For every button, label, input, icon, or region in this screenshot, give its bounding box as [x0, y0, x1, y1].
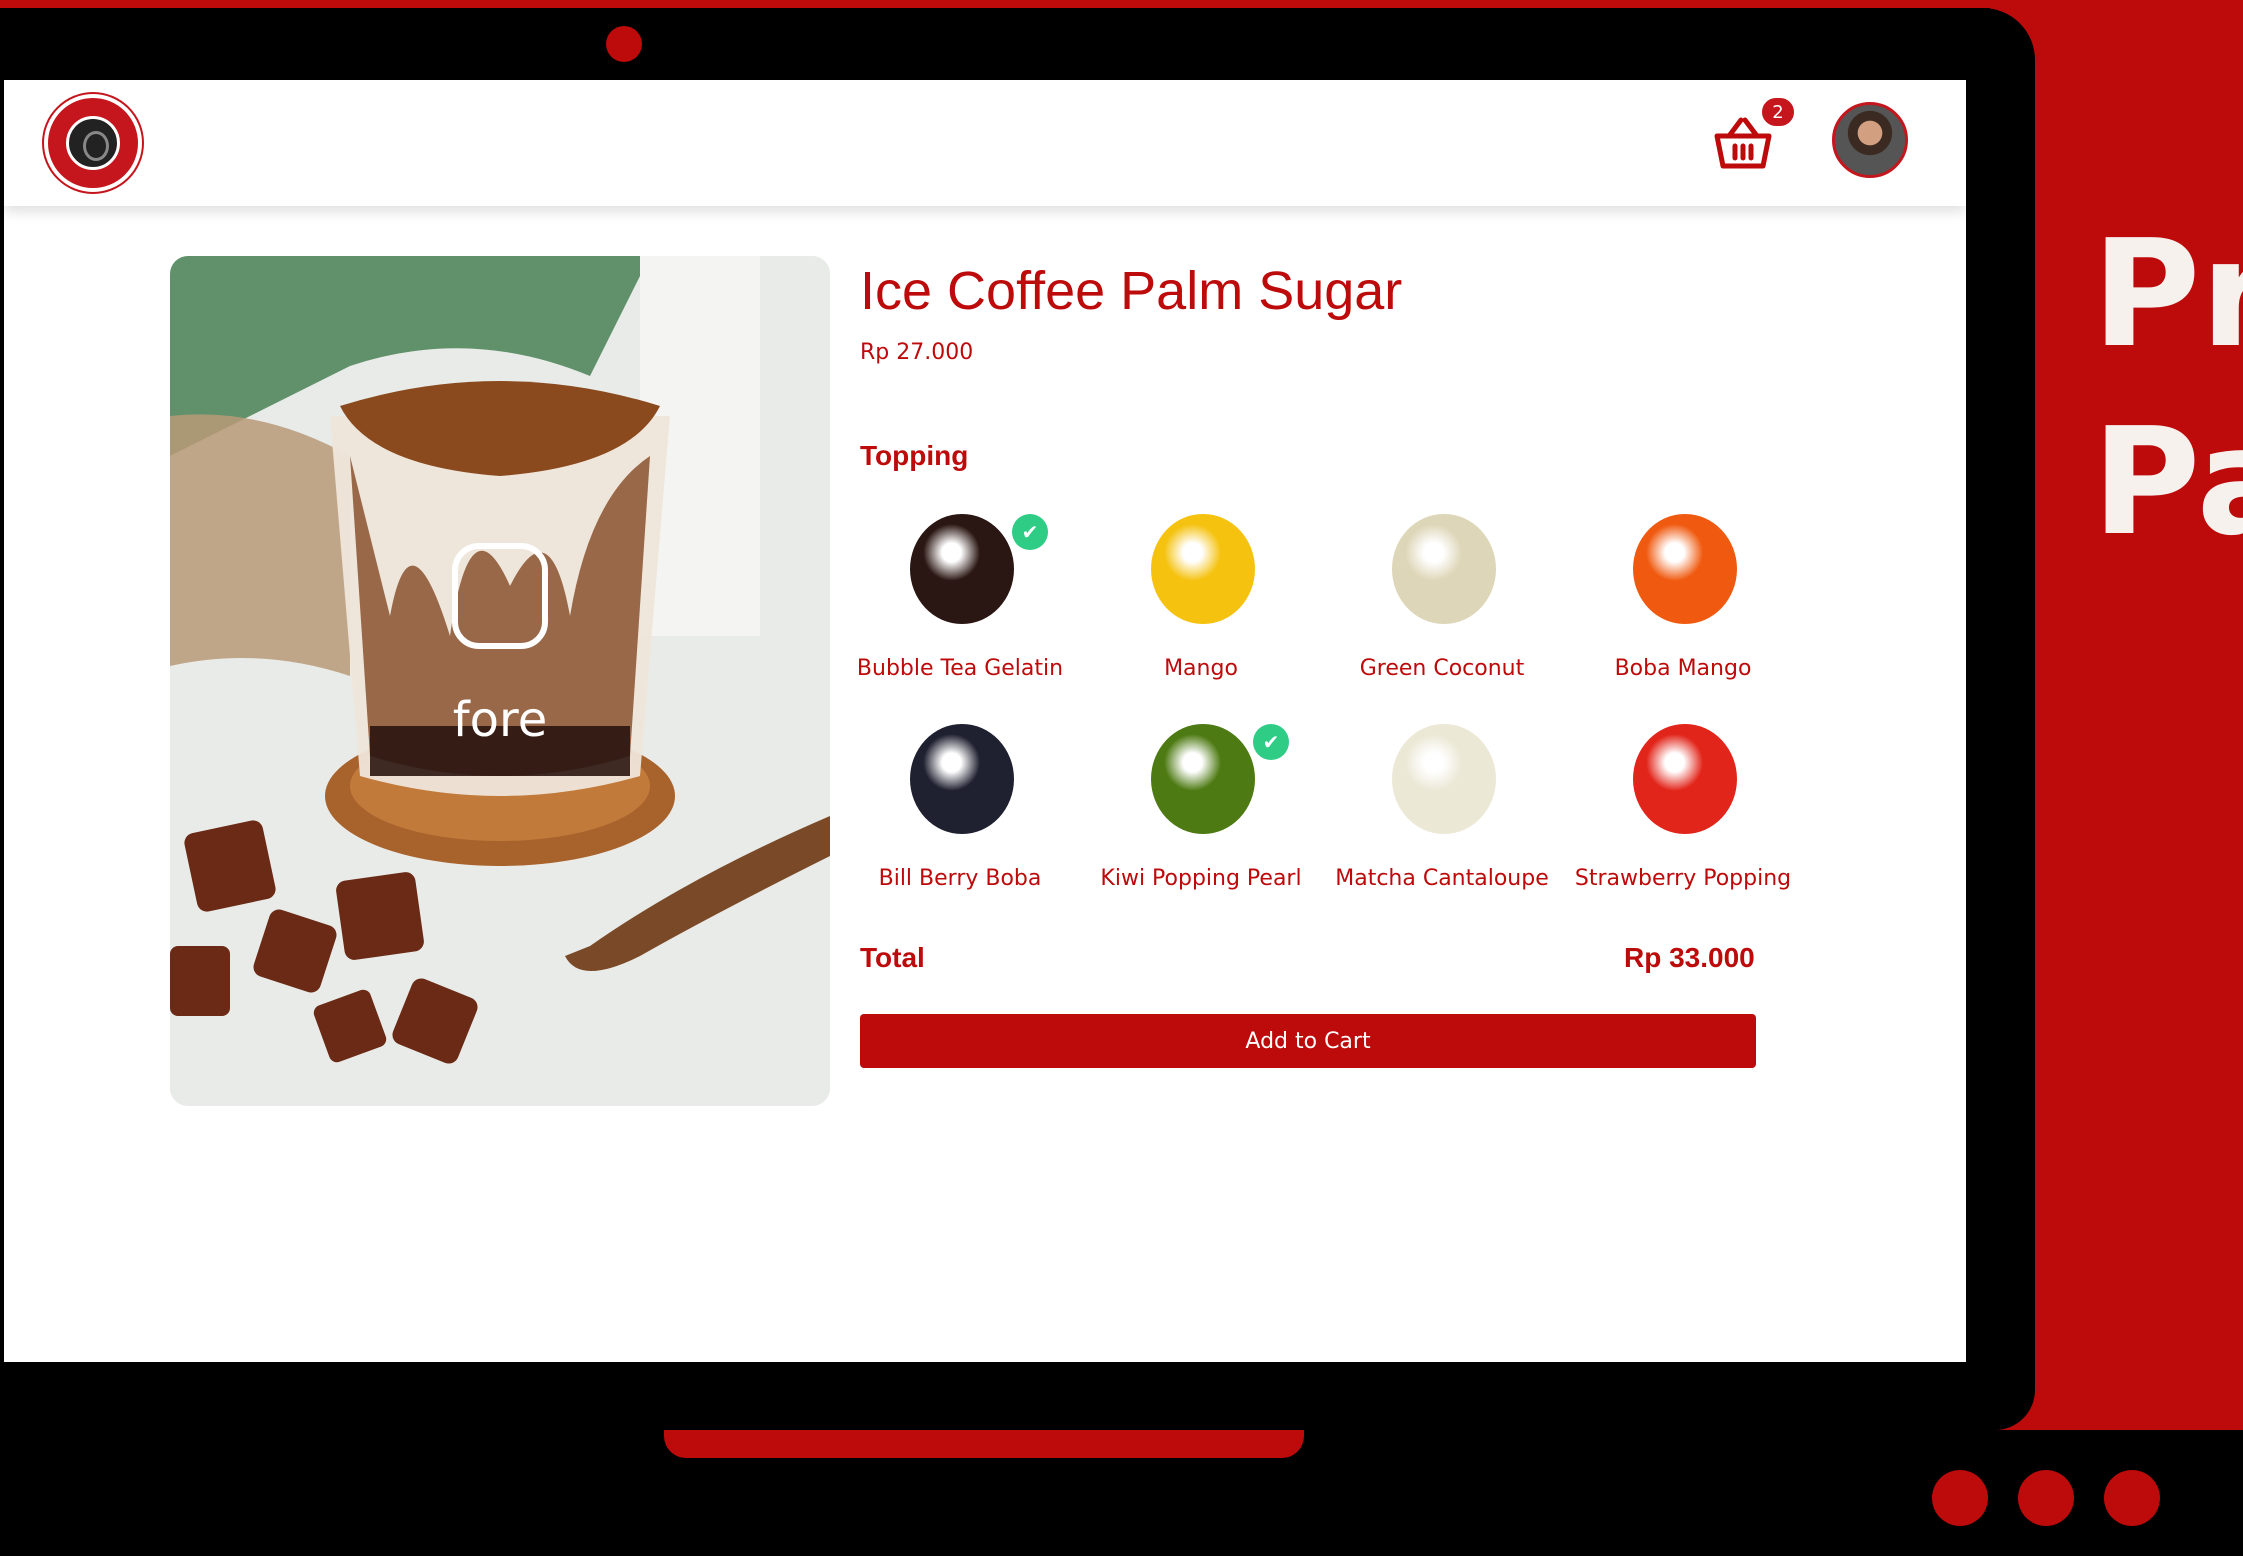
side-title-line-2: Pa [2092, 396, 2243, 568]
dot [2018, 1470, 2074, 1526]
topping-item[interactable]: ✔ Kiwi Popping Pearl [1081, 724, 1321, 914]
svg-text:fore: fore [453, 692, 547, 748]
topping-thumbnail [910, 724, 1014, 834]
topping-item[interactable]: Mango [1081, 514, 1321, 704]
topping-thumbnail [1633, 724, 1737, 834]
topping-label: Mango [1164, 656, 1238, 681]
topping-thumbnail [1392, 724, 1496, 834]
topping-item[interactable]: Green Coconut [1322, 514, 1562, 704]
total-label: Total [860, 942, 925, 973]
ice-coffee-cup-image: fore [170, 256, 830, 1106]
topping-label: Strawberry Popping [1574, 866, 1792, 891]
topping-item[interactable]: Boba Mango [1563, 514, 1803, 704]
user-avatar[interactable] [1832, 102, 1908, 178]
product-image: fore [170, 256, 830, 1106]
topping-thumbnail [910, 514, 1014, 624]
dot [2104, 1470, 2160, 1526]
cart-count-badge: 2 [1760, 96, 1796, 128]
topping-thumbnail [1151, 724, 1255, 834]
topping-item[interactable]: Strawberry Popping [1563, 724, 1803, 914]
slide-side-title: Pr Pa [2092, 200, 2243, 576]
waysbucks-logo-icon[interactable] [44, 94, 142, 192]
laptop-camera [606, 26, 642, 62]
topping-label: Green Coconut [1359, 656, 1525, 681]
topping-item[interactable]: ✔ Bubble Tea Gelatin [840, 514, 1080, 704]
laptop-stand [664, 1430, 1304, 1458]
logo-emblem [66, 116, 120, 170]
topping-label: Bubble Tea Gelatin [856, 656, 1064, 681]
topping-label: Bill Berry Boba [878, 866, 1042, 891]
top-red-strip [0, 0, 2243, 8]
decorative-dots [1932, 1470, 2160, 1526]
topping-label: Matcha Cantaloupe [1335, 866, 1549, 891]
topping-label: Kiwi Popping Pearl [1100, 866, 1302, 891]
product-title: Ice Coffee Palm Sugar [860, 261, 1403, 321]
total-value: Rp 33.000 [1624, 942, 1755, 973]
check-icon: ✔ [1253, 724, 1289, 760]
add-to-cart-button[interactable]: Add to Cart [860, 1014, 1756, 1068]
dot [1932, 1470, 1988, 1526]
topping-label: Boba Mango [1614, 656, 1752, 681]
topping-item[interactable]: Matcha Cantaloupe [1322, 724, 1562, 914]
topping-thumbnail [1392, 514, 1496, 624]
topping-heading: Topping [860, 440, 969, 471]
topping-thumbnail [1633, 514, 1737, 624]
app-screen: 2 fore Ice Coffee Palm Sugar Rp 27.000 T… [4, 80, 1966, 1362]
side-title-line-1: Pr [2092, 208, 2243, 380]
product-price: Rp 27.000 [860, 340, 974, 365]
topping-item[interactable]: Bill Berry Boba [840, 724, 1080, 914]
check-icon: ✔ [1012, 514, 1048, 550]
navbar: 2 [4, 80, 1966, 206]
topping-thumbnail [1151, 514, 1255, 624]
